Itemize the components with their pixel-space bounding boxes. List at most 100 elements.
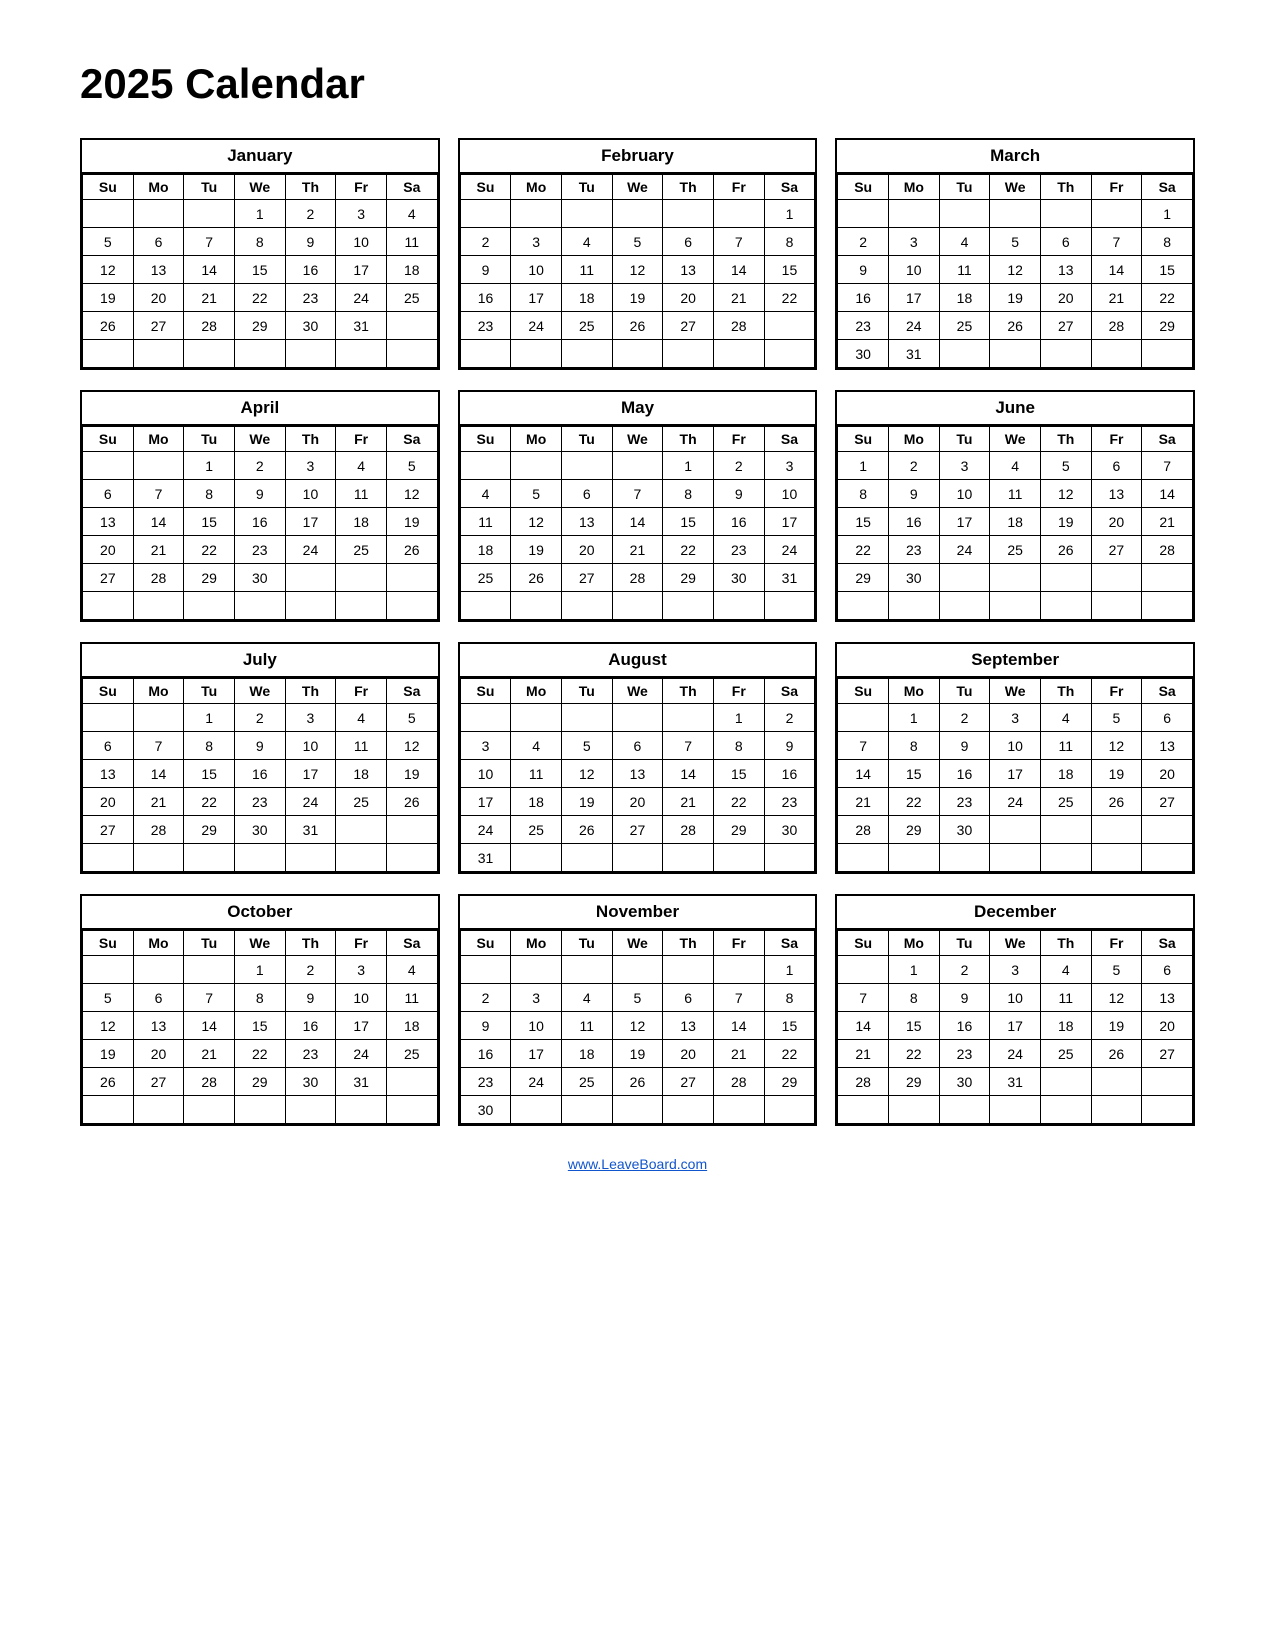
calendar-day: 2 [460,228,511,256]
calendar-day [285,340,336,368]
week-row [838,844,1193,872]
day-header-mo: Mo [133,175,184,200]
calendar-day: 1 [764,956,815,984]
week-row: 1234 [83,956,438,984]
calendar-day: 7 [1142,452,1193,480]
week-row: 11121314151617 [460,508,815,536]
calendar-day: 22 [764,1040,815,1068]
calendar-day [133,956,184,984]
week-row: 9101112131415 [838,256,1193,284]
day-header-we: We [990,931,1041,956]
calendar-day [511,200,562,228]
week-row: 9101112131415 [460,256,815,284]
calendar-day: 3 [336,956,387,984]
calendar-day: 30 [838,340,889,368]
calendar-day [336,564,387,592]
week-row: 25262728293031 [460,564,815,592]
calendar-day: 17 [990,1012,1041,1040]
calendar-day: 17 [336,256,387,284]
calendar-day: 19 [511,536,562,564]
calendar-day: 5 [386,452,437,480]
week-row: 13141516171819 [83,760,438,788]
calendar-day: 18 [1040,760,1091,788]
calendar-day: 30 [234,816,285,844]
calendar-day: 29 [713,816,764,844]
calendar-day: 18 [386,256,437,284]
calendar-day: 4 [990,452,1041,480]
calendar-day: 15 [713,760,764,788]
calendar-day [939,1096,990,1124]
week-row: 12345 [83,452,438,480]
calendar-day: 21 [663,788,714,816]
day-header-th: Th [663,679,714,704]
calendar-day: 24 [990,1040,1041,1068]
calendar-day: 27 [133,1068,184,1096]
month-title-september: September [837,644,1193,678]
month-july: JulySuMoTuWeThFrSa1234567891011121314151… [80,642,440,874]
calendar-day [888,200,939,228]
day-header-su: Su [83,427,134,452]
footer-link[interactable]: www.LeaveBoard.com [80,1156,1195,1172]
calendar-day: 31 [888,340,939,368]
calendar-day: 21 [713,284,764,312]
week-row: 19202122232425 [83,284,438,312]
week-row: 22232425262728 [838,536,1193,564]
calendar-day [511,844,562,872]
calendar-day [285,844,336,872]
day-header-fr: Fr [336,679,387,704]
calendar-day: 28 [713,1068,764,1096]
calendar-day: 4 [1040,704,1091,732]
calendar-day: 26 [561,816,612,844]
calendar-day: 12 [386,480,437,508]
calendar-day [83,452,134,480]
calendar-day [460,956,511,984]
calendar-day: 24 [990,788,1041,816]
calendar-day: 16 [460,284,511,312]
day-header-fr: Fr [713,931,764,956]
calendar-day: 15 [663,508,714,536]
calendar-day [764,844,815,872]
month-february: FebruarySuMoTuWeThFrSa123456789101112131… [458,138,818,370]
calendar-day: 8 [184,732,235,760]
calendar-day [1142,1096,1193,1124]
calendar-day: 30 [888,564,939,592]
day-header-th: Th [663,175,714,200]
calendar-day: 30 [764,816,815,844]
month-march: MarchSuMoTuWeThFrSa123456789101112131415… [835,138,1195,370]
calendar-day [663,340,714,368]
month-title-may: May [460,392,816,426]
calendar-day: 17 [460,788,511,816]
calendar-day [1040,1096,1091,1124]
week-row [460,592,815,620]
calendar-day: 16 [460,1040,511,1068]
calendar-day [1142,592,1193,620]
calendar-day: 9 [764,732,815,760]
calendar-day: 29 [663,564,714,592]
calendar-day: 25 [939,312,990,340]
day-header-tu: Tu [561,679,612,704]
day-header-sa: Sa [1142,427,1193,452]
calendar-day: 2 [234,452,285,480]
calendar-day: 22 [1142,284,1193,312]
calendar-day: 19 [1091,760,1142,788]
calendar-day [234,1096,285,1124]
calendar-day: 11 [939,256,990,284]
calendar-day: 7 [133,480,184,508]
page-title: 2025 Calendar [80,60,1195,108]
calendar-day: 28 [1142,536,1193,564]
calendar-day [83,844,134,872]
calendar-day: 1 [764,200,815,228]
calendar-day: 25 [1040,1040,1091,1068]
calendar-day: 18 [939,284,990,312]
calendar-day: 18 [561,1040,612,1068]
calendar-day: 12 [1040,480,1091,508]
calendar-day [1040,340,1091,368]
calendar-day [460,704,511,732]
calendar-day: 9 [285,984,336,1012]
day-header-su: Su [83,175,134,200]
calendar-day [460,592,511,620]
calendar-day [1142,1068,1193,1096]
calendar-day: 2 [888,452,939,480]
calendar-day: 19 [561,788,612,816]
calendar-day [511,592,562,620]
